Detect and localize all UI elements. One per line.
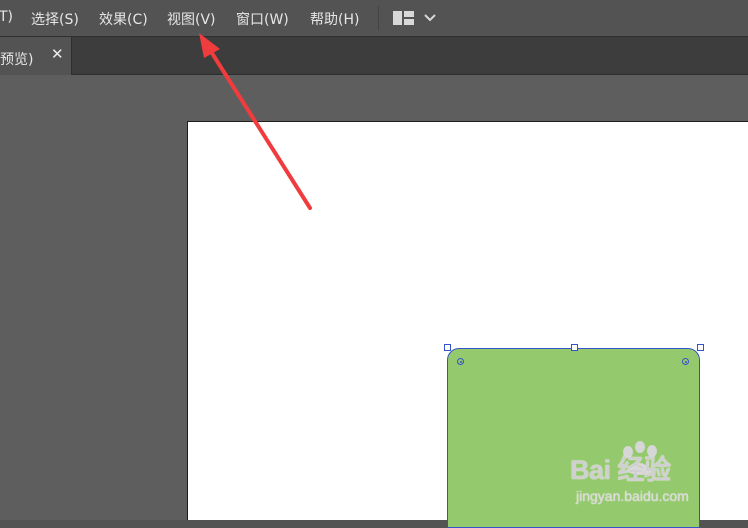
menu-item-effect[interactable]: 效果(C) [99, 9, 148, 29]
menu-item-text[interactable]: T) [0, 9, 13, 25]
document-tab-bar: 预览) ✕ [0, 37, 748, 75]
menu-item-select[interactable]: 选择(S) [31, 9, 79, 29]
menu-separator [378, 6, 379, 30]
chevron-down-icon [424, 14, 436, 22]
menu-item-window[interactable]: 窗口(W) [236, 9, 289, 29]
corner-radius-widget-left[interactable] [457, 358, 464, 365]
selection-handle-top-left[interactable] [444, 344, 451, 351]
workspace-switcher-button[interactable] [393, 9, 437, 27]
menu-bar: T) 选择(S) 效果(C) 视图(V) 窗口(W) 帮助(H) [0, 0, 748, 37]
baidu-jingyan-watermark: Bai 经验 jingyan.baidu.com [570, 440, 740, 510]
workspace-layout-icon [393, 11, 436, 25]
watermark-url: jingyan.baidu.com [576, 488, 689, 504]
selection-handle-top-center[interactable] [571, 344, 578, 351]
document-tab-label: 预览) [0, 52, 34, 68]
menu-item-view[interactable]: 视图(V) [167, 9, 216, 29]
watermark-brand: Bai 经验 [570, 455, 671, 485]
corner-radius-widget-right[interactable] [682, 358, 689, 365]
selection-handle-top-right[interactable] [697, 344, 704, 351]
close-icon[interactable]: ✕ [51, 46, 64, 62]
menu-item-help[interactable]: 帮助(H) [310, 9, 359, 29]
document-tab[interactable]: 预览) ✕ [0, 37, 72, 75]
